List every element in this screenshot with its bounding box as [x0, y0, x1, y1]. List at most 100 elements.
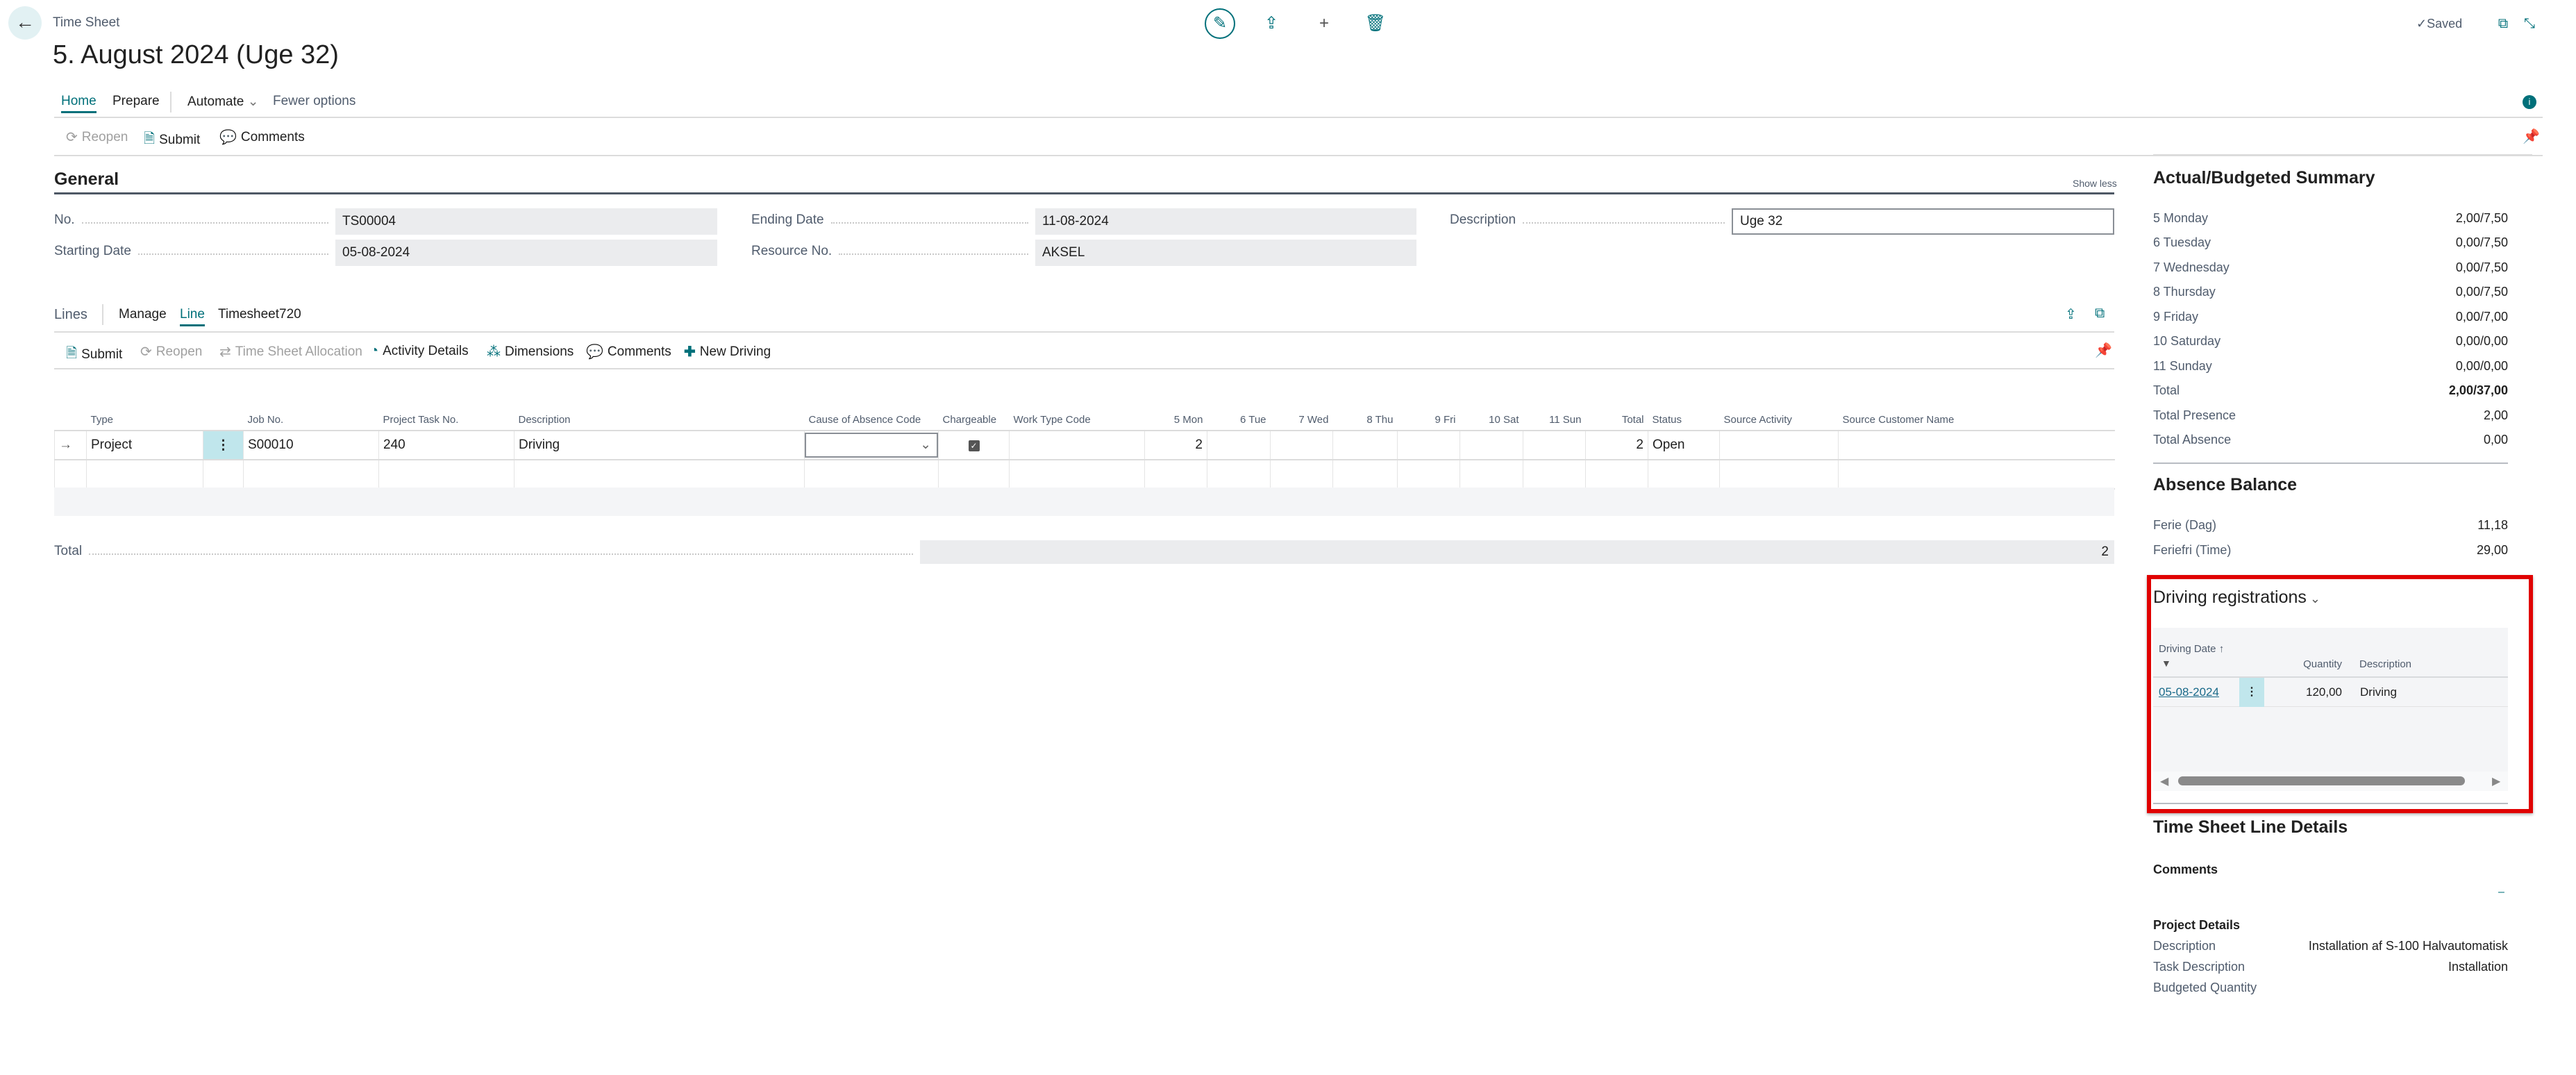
- cell-cause-of-absence-code[interactable]: [804, 459, 939, 490]
- column-header[interactable]: Chargeable: [939, 410, 1010, 431]
- driving-registrations-heading[interactable]: Driving registrations ⌄: [2153, 588, 2320, 608]
- chargeable-checkbox[interactable]: ✓: [968, 440, 980, 451]
- row-menu-button[interactable]: ⋮: [2239, 678, 2264, 707]
- column-header[interactable]: 10 Sat: [1460, 410, 1523, 431]
- resource-no-field[interactable]: AKSEL: [1035, 240, 1416, 266]
- cell-marker[interactable]: [203, 459, 244, 490]
- driving-date-link[interactable]: 05-08-2024: [2159, 685, 2219, 699]
- cause-of-absence-dropdown[interactable]: ⌄: [805, 433, 938, 458]
- time-sheet-allocation-button[interactable]: ⇄ Time Sheet Allocation: [219, 343, 362, 360]
- cell-work-type-code[interactable]: [1009, 459, 1145, 490]
- cell-status[interactable]: [1648, 459, 1720, 490]
- lines-tab-timesheet720[interactable]: Timesheet720: [218, 307, 301, 322]
- cell-10-sat[interactable]: [1460, 459, 1523, 490]
- expand-icon[interactable]: ⧉: [2095, 306, 2105, 322]
- cell-type[interactable]: [86, 459, 203, 490]
- column-header[interactable]: 6 Tue: [1207, 410, 1271, 431]
- column-header[interactable]: Project Task No.: [379, 410, 515, 431]
- no-field[interactable]: TS00004: [335, 208, 717, 235]
- cell-chargeable[interactable]: ✓: [938, 430, 1010, 460]
- cell-11-sun[interactable]: [1523, 459, 1586, 490]
- cell-9-fri[interactable]: [1397, 459, 1460, 490]
- cell-8-thu[interactable]: [1332, 459, 1398, 490]
- cell-source-customer-name[interactable]: [1838, 459, 2115, 490]
- dimensions-button[interactable]: ⁂ Dimensions: [487, 343, 574, 360]
- cell-description[interactable]: [514, 459, 805, 490]
- column-header[interactable]: 8 Thu: [1333, 410, 1398, 431]
- activity-details-button[interactable]: ◔ Activity Details: [370, 343, 469, 359]
- cell-status[interactable]: Open: [1648, 430, 1720, 460]
- share-icon[interactable]: ⇪: [1257, 10, 1285, 38]
- cell-source-activity[interactable]: [1719, 430, 1839, 460]
- cell-project-task-no-[interactable]: [378, 459, 515, 490]
- lines-tab-line[interactable]: Line: [180, 307, 205, 326]
- column-header[interactable]: Source Activity: [1720, 410, 1839, 431]
- lines-submit-button[interactable]: 🗎 Submit: [66, 343, 122, 367]
- driving-date-header[interactable]: Driving Date ↑: [2159, 643, 2224, 655]
- delete-icon[interactable]: 🗑: [1362, 10, 1389, 38]
- starting-date-field[interactable]: 05-08-2024: [335, 240, 717, 266]
- scroll-right-icon[interactable]: ▶: [2492, 774, 2500, 788]
- cell-job-no-[interactable]: [243, 459, 379, 490]
- table-row[interactable]: [54, 459, 2115, 490]
- open-new-window-icon[interactable]: ⧉: [2489, 10, 2517, 38]
- cell-description[interactable]: Driving: [514, 430, 805, 460]
- cell-10-sat[interactable]: [1460, 430, 1523, 460]
- cell-5-mon[interactable]: 2: [1144, 430, 1207, 460]
- info-icon[interactable]: i: [2523, 95, 2536, 109]
- cell-project-task-no-[interactable]: 240: [378, 430, 515, 460]
- cell-source-activity[interactable]: [1719, 459, 1839, 490]
- scroll-left-icon[interactable]: ◀: [2160, 774, 2168, 788]
- cell-6-tue[interactable]: [1207, 430, 1271, 460]
- quantity-header[interactable]: Quantity: [2285, 658, 2342, 670]
- cell-7-wed[interactable]: [1270, 459, 1333, 490]
- column-header[interactable]: Description: [515, 410, 805, 431]
- description-header[interactable]: Description: [2359, 658, 2411, 670]
- column-header[interactable]: 11 Sun: [1523, 410, 1586, 431]
- column-header[interactable]: 7 Wed: [1271, 410, 1333, 431]
- lines-comments-button[interactable]: 💬 Comments: [586, 343, 671, 360]
- comments-button[interactable]: 💬 Comments: [219, 128, 305, 146]
- show-less-link[interactable]: Show less: [2073, 178, 2117, 189]
- tab-automate[interactable]: Automate ⌄: [187, 94, 259, 110]
- cell-7-wed[interactable]: [1270, 430, 1333, 460]
- comments-value[interactable]: –: [2498, 886, 2504, 899]
- cell-9-fri[interactable]: [1397, 430, 1460, 460]
- cell-source-customer-name[interactable]: [1838, 430, 2115, 460]
- column-header[interactable]: Source Customer Name: [1839, 410, 2115, 431]
- cell-marker[interactable]: [54, 459, 87, 490]
- pin-icon[interactable]: 📌: [2095, 342, 2112, 359]
- column-header[interactable]: Total: [1586, 410, 1648, 431]
- new-icon[interactable]: +: [1310, 10, 1338, 38]
- column-header[interactable]: 9 Fri: [1398, 410, 1460, 431]
- cell-cause-of-absence-code[interactable]: ⌄: [804, 430, 939, 460]
- tab-prepare[interactable]: Prepare: [112, 94, 160, 109]
- column-header[interactable]: Work Type Code: [1010, 410, 1145, 431]
- row-menu-button[interactable]: ⋮: [203, 430, 244, 460]
- submit-button[interactable]: 🗎 Submit: [144, 128, 200, 152]
- edit-icon[interactable]: ✎: [1205, 8, 1235, 39]
- column-header[interactable]: Type: [87, 410, 203, 431]
- cell-work-type-code[interactable]: [1009, 430, 1145, 460]
- tab-home[interactable]: Home: [61, 94, 97, 113]
- table-row[interactable]: → Project ⋮ S00010 240 Driving ⌄ ✓ 2 2 Open: [54, 430, 2115, 460]
- horizontal-scrollbar[interactable]: ◀ ▶: [2153, 772, 2508, 791]
- column-header[interactable]: Cause of Absence Code: [805, 410, 939, 431]
- cell-job-no-[interactable]: S00010: [243, 430, 379, 460]
- reopen-button[interactable]: ⟳ Reopen: [66, 128, 128, 146]
- driving-row[interactable]: 05-08-2024 ⋮ 120,00 Driving: [2153, 678, 2508, 707]
- column-header[interactable]: Status: [1648, 410, 1720, 431]
- cell-5-mon[interactable]: [1144, 459, 1207, 490]
- share-icon[interactable]: ⇪: [2065, 306, 2077, 323]
- description-input[interactable]: Uge 32: [1732, 208, 2114, 235]
- lines-tab-manage[interactable]: Manage: [119, 307, 167, 322]
- column-header[interactable]: Job No.: [244, 410, 379, 431]
- cell-marker[interactable]: →: [54, 430, 87, 460]
- column-header[interactable]: 5 Mon: [1145, 410, 1207, 431]
- cell-11-sun[interactable]: [1523, 430, 1586, 460]
- lines-reopen-button[interactable]: ⟳ Reopen: [140, 343, 202, 360]
- cell-type[interactable]: Project: [86, 430, 203, 460]
- collapse-icon[interactable]: ⤡: [2516, 10, 2543, 38]
- fewer-options[interactable]: Fewer options: [273, 94, 356, 109]
- cell-total[interactable]: 2: [1585, 430, 1648, 460]
